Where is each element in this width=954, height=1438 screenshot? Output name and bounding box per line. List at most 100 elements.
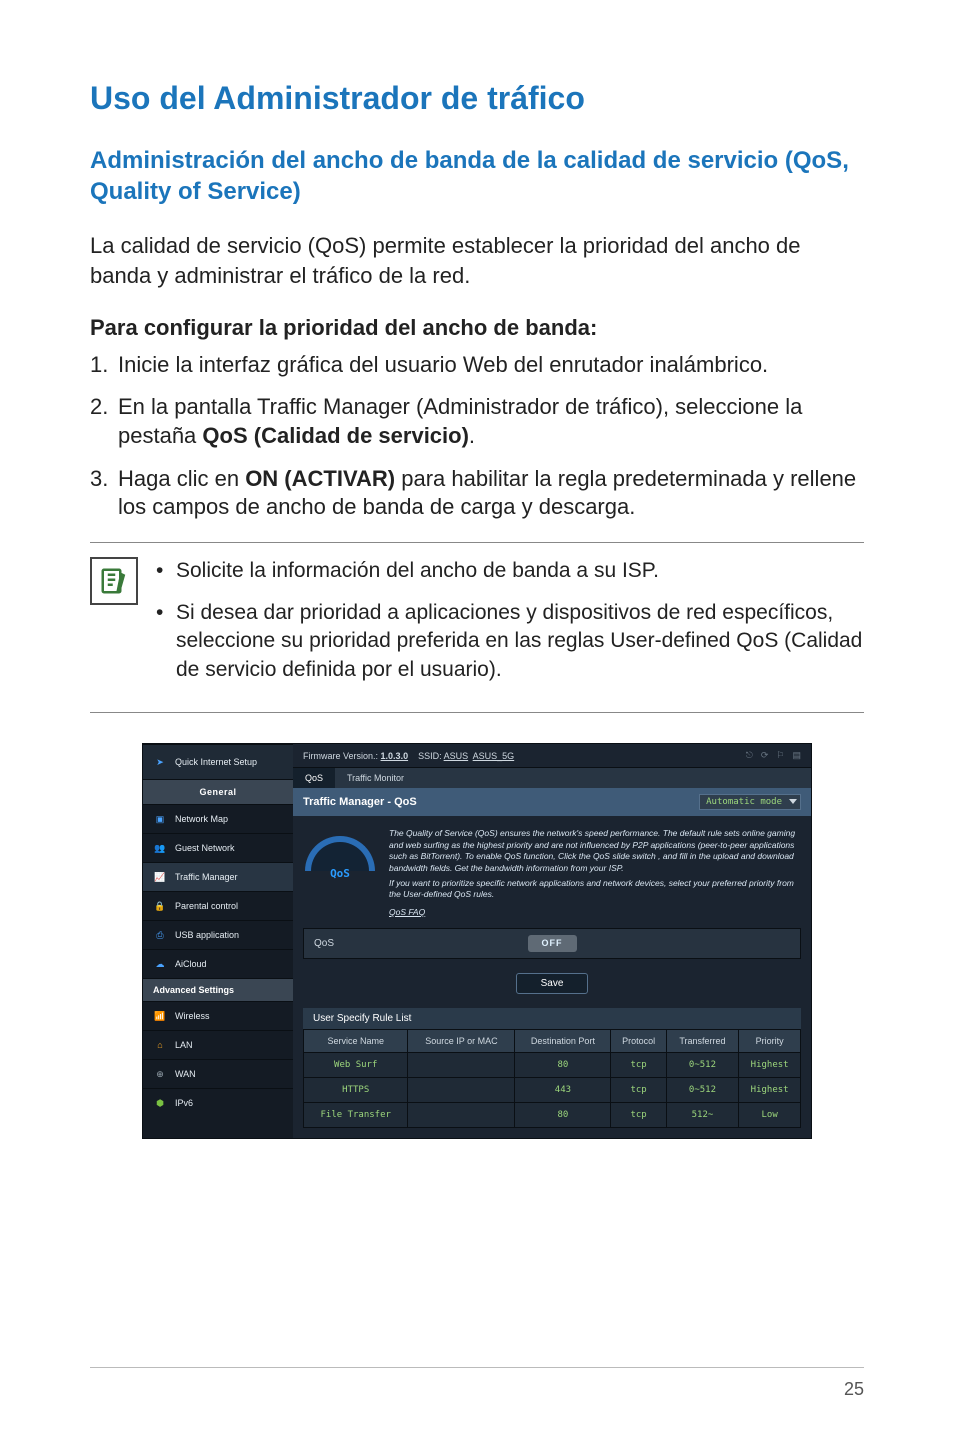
step-prefix: Haga clic en — [118, 466, 245, 491]
cell-port: 443 — [515, 1078, 611, 1103]
col-service: Service Name — [304, 1030, 408, 1053]
cell-source — [408, 1103, 515, 1128]
qos-toggle-label: QoS — [314, 938, 528, 949]
section-subtitle: Administración del ancho de banda de la … — [90, 145, 864, 207]
col-protocol: Protocol — [611, 1030, 666, 1053]
page-title: Uso del Administrador de tráfico — [90, 80, 864, 117]
sidebar-item-aicloud[interactable]: ☁ AiCloud — [143, 949, 293, 978]
note-text: Si desea dar prioridad a aplicaciones y … — [176, 599, 864, 684]
sidebar: ➤ Quick Internet Setup General ▣ Network… — [143, 744, 293, 1138]
sidebar-item-label: Parental control — [175, 901, 238, 911]
sidebar-item-wireless[interactable]: 📶 Wireless — [143, 1001, 293, 1030]
cell-proto: tcp — [611, 1103, 666, 1128]
table-row: HTTPS 443 tcp 0~512 Highest — [304, 1078, 801, 1103]
sidebar-item-label: WAN — [175, 1069, 196, 1079]
save-button[interactable]: Save — [516, 973, 589, 994]
bullet: • — [156, 557, 176, 585]
qos-toggle[interactable]: OFF — [528, 935, 577, 952]
sidebar-item-lan[interactable]: ⌂ LAN — [143, 1030, 293, 1059]
note-text: Solicite la información del ancho de ban… — [176, 557, 864, 585]
refresh-icon[interactable]: ⟳ — [761, 750, 769, 761]
sidebar-item-network-map[interactable]: ▣ Network Map — [143, 804, 293, 833]
topbar-icons: ⎋ ⟳ ⚐ ▤ — [746, 750, 801, 761]
note-list: • Solicite la información del ancho de b… — [156, 557, 864, 698]
network-icon: ▣ — [153, 812, 167, 826]
sidebar-item-label: Guest Network — [175, 843, 235, 853]
ssid-1[interactable]: ASUS — [444, 751, 469, 761]
top-bar: Firmware Version.: 1.0.3.0 SSID: ASUS AS… — [293, 744, 811, 768]
cell-source — [408, 1078, 515, 1103]
tab-bar: QoS Traffic Monitor — [293, 768, 811, 788]
wizard-icon: ➤ — [153, 755, 167, 769]
ssid-2[interactable]: ASUS_5G — [473, 751, 515, 761]
usb-icon: ⎙ — [153, 928, 167, 942]
sidebar-item-traffic-manager[interactable]: 📈 Traffic Manager — [143, 862, 293, 891]
qos-faq-link[interactable]: QoS FAQ — [389, 907, 425, 917]
guest-icon: 👥 — [153, 841, 167, 855]
wan-icon: ⊕ — [153, 1067, 167, 1081]
sidebar-item-guest-network[interactable]: 👥 Guest Network — [143, 833, 293, 862]
col-transferred: Transferred — [666, 1030, 739, 1053]
cell-proto: tcp — [611, 1078, 666, 1103]
step-number: 3. — [90, 465, 118, 522]
qos-gauge-icon: QoS — [305, 828, 375, 878]
qos-description: The Quality of Service (QoS) ensures the… — [389, 828, 799, 918]
table-row: File Transfer 80 tcp 512~ Low — [304, 1103, 801, 1128]
rule-list-header: User Specify Rule List — [303, 1008, 801, 1029]
fw-label: Firmware Version.: — [303, 751, 378, 761]
sidebar-item-wan[interactable]: ⊕ WAN — [143, 1059, 293, 1088]
fw-version[interactable]: 1.0.3.0 — [381, 751, 409, 761]
steps-heading: Para configurar la prioridad del ancho d… — [90, 315, 864, 341]
sidebar-section-advanced: Advanced Settings — [143, 978, 293, 1001]
lock-icon: 🔒 — [153, 899, 167, 913]
sidebar-section-general: General — [143, 779, 293, 804]
firmware-info: Firmware Version.: 1.0.3.0 SSID: ASUS AS… — [303, 751, 514, 761]
note-item: • Si desea dar prioridad a aplicaciones … — [156, 599, 864, 684]
sidebar-item-label: Quick Internet Setup — [175, 757, 257, 767]
cell-proto: tcp — [611, 1053, 666, 1078]
sidebar-quick-setup[interactable]: ➤ Quick Internet Setup — [143, 744, 293, 779]
language-icon[interactable]: ⚐ — [776, 750, 784, 761]
help-icon[interactable]: ▤ — [792, 750, 801, 761]
logout-icon[interactable]: ⎋ — [746, 750, 753, 761]
col-source: Source IP or MAC — [408, 1030, 515, 1053]
cell-prio: Low — [739, 1103, 801, 1128]
step-item: 3. Haga clic en ON (ACTIVAR) para habili… — [90, 465, 864, 522]
sidebar-item-label: AiCloud — [175, 959, 207, 969]
step-bold: QoS (Calidad de servicio) — [202, 423, 469, 448]
qos-toggle-row: QoS OFF — [303, 928, 801, 959]
sidebar-item-label: IPv6 — [175, 1098, 193, 1108]
step-item: 2. En la pantalla Traffic Manager (Admin… — [90, 393, 864, 450]
table-row: Web Surf 80 tcp 0~512 Highest — [304, 1053, 801, 1078]
footer-rule — [90, 1367, 864, 1368]
panel-title: Traffic Manager - QoS — [303, 796, 417, 808]
sidebar-item-label: LAN — [175, 1040, 193, 1050]
cloud-icon: ☁ — [153, 957, 167, 971]
sidebar-item-ipv6[interactable]: ⬢ IPv6 — [143, 1088, 293, 1117]
desc-line: The Quality of Service (QoS) ensures the… — [389, 828, 799, 874]
tab-qos[interactable]: QoS — [293, 768, 335, 788]
bullet: • — [156, 599, 176, 684]
table-header-row: Service Name Source IP or MAC Destinatio… — [304, 1030, 801, 1053]
sidebar-item-usb[interactable]: ⎙ USB application — [143, 920, 293, 949]
save-row: Save — [293, 959, 811, 1008]
step-text: Inicie la interfaz gráfica del usuario W… — [118, 351, 864, 380]
cell-service: Web Surf — [304, 1053, 408, 1078]
mode-select[interactable]: Automatic mode — [699, 794, 801, 810]
ipv6-icon: ⬢ — [153, 1096, 167, 1110]
traffic-icon: 📈 — [153, 870, 167, 884]
steps-list: 1. Inicie la interfaz gráfica del usuari… — [90, 351, 864, 522]
intro-paragraph: La calidad de servicio (QoS) permite est… — [90, 231, 864, 290]
screenshot-container: ➤ Quick Internet Setup General ▣ Network… — [90, 743, 864, 1139]
step-suffix: . — [469, 423, 475, 448]
step-number: 2. — [90, 393, 118, 450]
col-priority: Priority — [739, 1030, 801, 1053]
toggle-state: OFF — [542, 938, 563, 948]
sidebar-item-label: Network Map — [175, 814, 228, 824]
sidebar-item-parental[interactable]: 🔒 Parental control — [143, 891, 293, 920]
tab-traffic-monitor[interactable]: Traffic Monitor — [335, 768, 416, 788]
ssid-label: SSID: — [418, 751, 442, 761]
step-text: Haga clic en ON (ACTIVAR) para habilitar… — [118, 465, 864, 522]
sidebar-item-label: Wireless — [175, 1011, 210, 1021]
sidebar-item-label: USB application — [175, 930, 239, 940]
